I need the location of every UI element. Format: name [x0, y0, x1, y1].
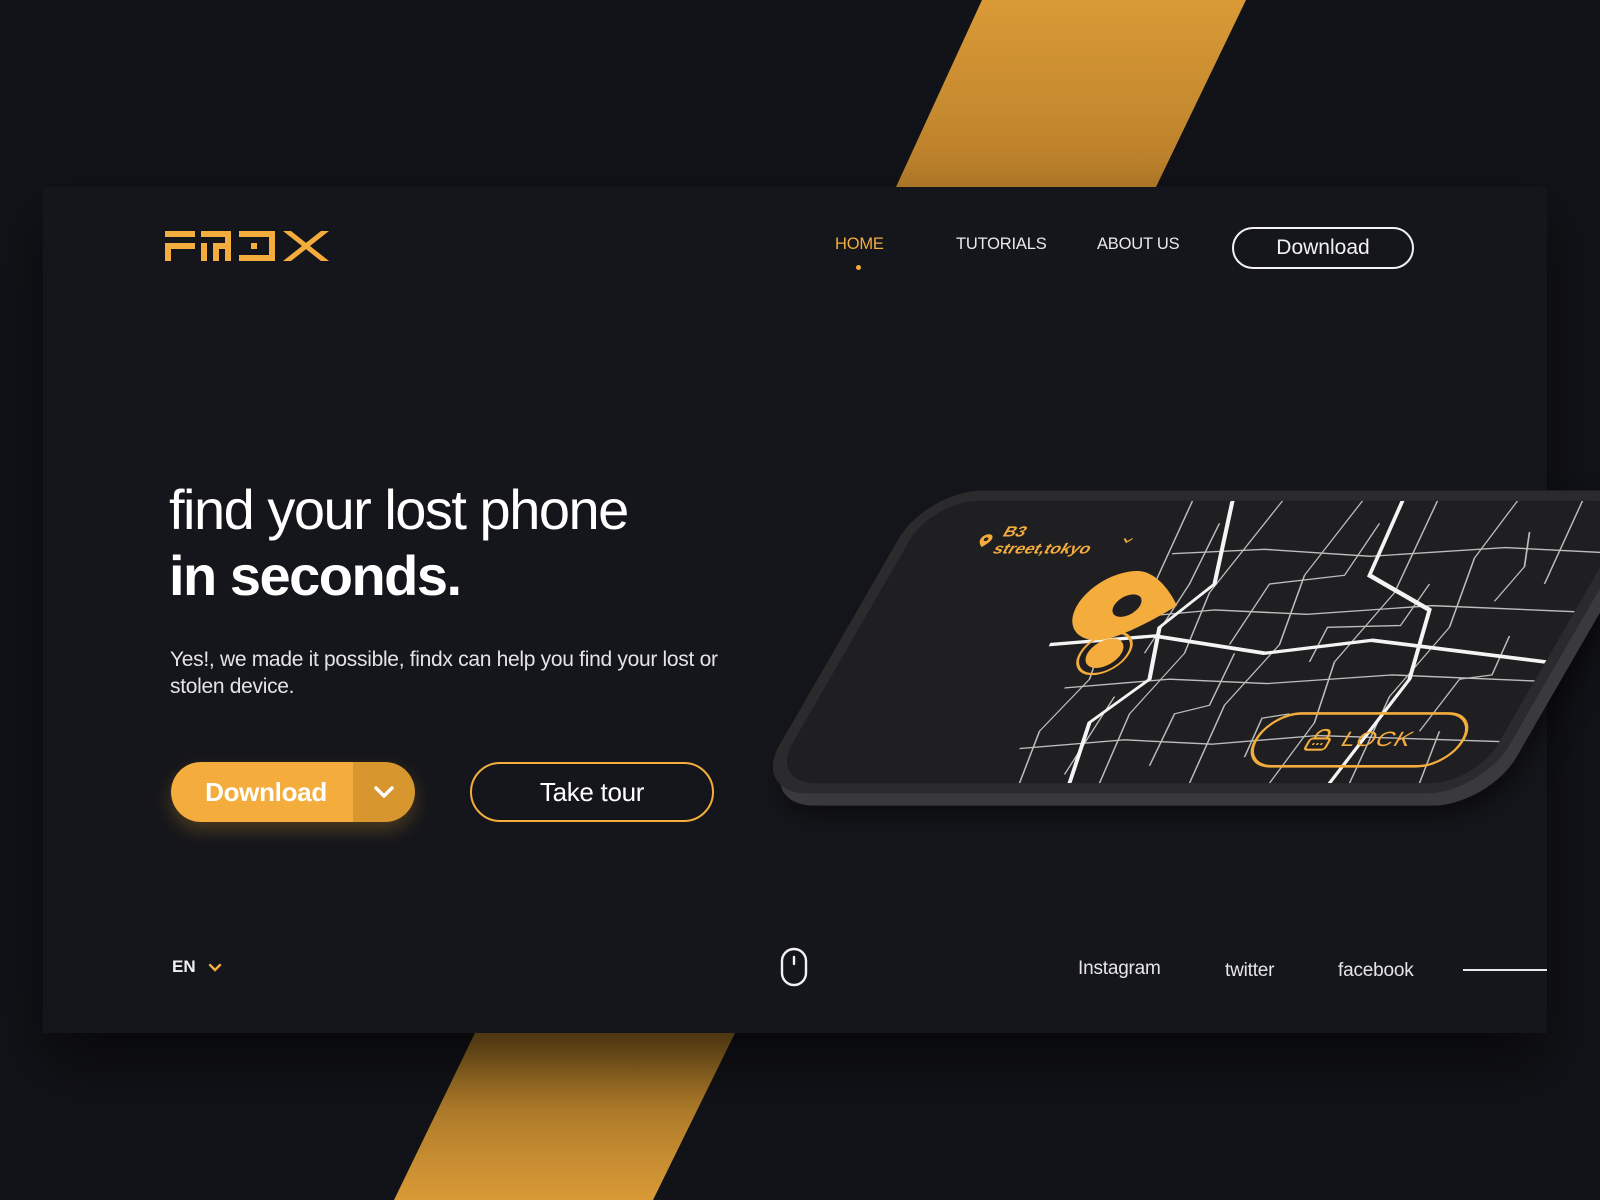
chevron-down-icon: [374, 786, 394, 798]
lock-label: LOCK: [1336, 727, 1420, 752]
headline-line-2: in seconds.: [169, 544, 462, 607]
landing-card: HOME TUTORIALS ABOUT US Download find yo…: [43, 187, 1600, 1033]
chevron-down-icon: [208, 963, 221, 972]
language-selector[interactable]: EN: [172, 957, 222, 977]
nav-tutorials[interactable]: TUTORIALS: [956, 235, 1047, 254]
download-options-toggle[interactable]: [353, 762, 415, 822]
phone-illustration: B3 street,tokyo LOCK: [723, 347, 1600, 907]
phone-screen: B3 street,tokyo LOCK: [769, 500, 1600, 784]
download-button[interactable]: Download: [171, 762, 353, 822]
phone-mockup: B3 street,tokyo LOCK: [751, 490, 1600, 794]
language-code: EN: [172, 957, 196, 976]
nav-home[interactable]: HOME: [835, 235, 884, 254]
social-instagram[interactable]: Instagram: [1078, 958, 1161, 980]
nav-about-us[interactable]: ABOUT US: [1097, 235, 1180, 254]
top-stripe: [896, 0, 1246, 187]
social-facebook[interactable]: facebook: [1338, 960, 1414, 982]
take-tour-button[interactable]: Take tour: [470, 762, 714, 822]
header-download-button[interactable]: Download: [1232, 227, 1414, 269]
hero-headline: find your lost phone in seconds.: [169, 477, 629, 609]
bottom-stripe: [394, 1033, 735, 1200]
location-bar[interactable]: B3 street,tokyo: [970, 523, 1142, 558]
hero-description: Yes!, we made it possible, findx can hel…: [170, 648, 718, 698]
lock-icon: [1304, 728, 1332, 751]
social-divider-line: [1463, 969, 1547, 971]
active-indicator-dot: [856, 265, 861, 270]
mouse-scroll-icon[interactable]: [780, 947, 808, 987]
location-label: B3 street,tokyo: [989, 523, 1096, 558]
headline-line-1: find your lost phone: [169, 478, 629, 541]
download-split-button[interactable]: Download: [171, 762, 415, 822]
city-map: [769, 500, 1600, 784]
social-twitter[interactable]: twitter: [1225, 960, 1274, 982]
